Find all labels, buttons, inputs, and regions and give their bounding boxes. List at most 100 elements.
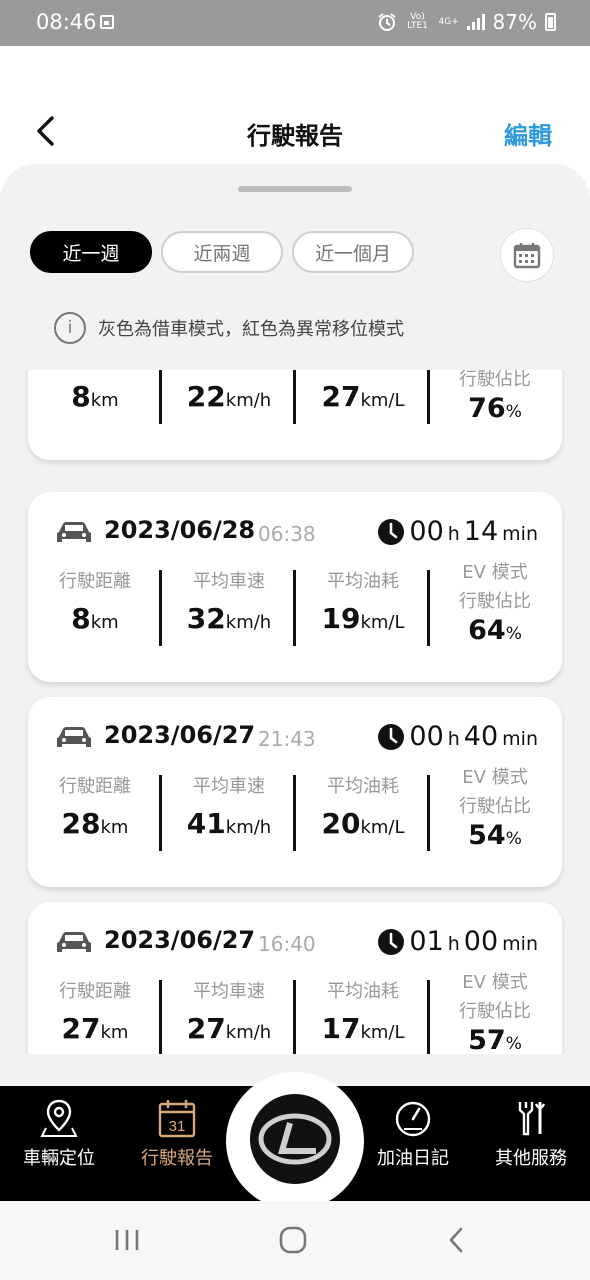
calendar-icon — [513, 243, 541, 269]
fuel-stat: 平均油耗 20km/L — [296, 773, 430, 840]
status-indicators: Vo) LTE1 4G+ 87% — [377, 10, 556, 34]
battery-icon — [545, 13, 556, 31]
speed-stat: 平均車速 32km/h — [162, 568, 296, 635]
distance-unit: km — [90, 612, 119, 633]
speed-value: 27 — [186, 1012, 226, 1045]
sheet-drag-handle[interactable] — [238, 186, 352, 192]
car-icon — [57, 727, 91, 747]
trip-list[interactable]: 行駛距離 8km 平均車速 22km/h 平均油耗 27km/L EV 模式 行… — [0, 370, 590, 1054]
duration-hours: 00 — [409, 516, 444, 547]
fuel-value: 17 — [321, 1012, 361, 1045]
trip-stats: 行駛距離 27km 平均車速 27km/h 平均油耗 17km/L EV 模式 … — [28, 972, 562, 1054]
trip-start-time: 16:40 — [258, 932, 316, 956]
speed-stat: 平均車速 27km/h — [162, 978, 296, 1045]
trip-date: 2023/06/27 — [104, 721, 256, 749]
filter-one-week[interactable]: 近一週 — [30, 231, 152, 273]
trip-start-time: 21:43 — [258, 727, 316, 751]
fuel-label: 平均油耗 — [327, 776, 399, 797]
distance-value: 27 — [61, 1012, 101, 1045]
fuel-stat: 平均油耗 27km/L — [296, 370, 430, 413]
speed-stat: 平均車速 41km/h — [162, 773, 296, 840]
trip-header: 2023/06/27 16:40 01 h 00 min — [56, 926, 538, 960]
minutes-unit: min — [502, 523, 538, 545]
brand-logo-button[interactable] — [250, 1094, 340, 1184]
calendar-button[interactable] — [500, 228, 554, 282]
fuel-unit: km/L — [360, 1022, 405, 1043]
trip-header: 2023/06/28 06:38 00 h 14 min — [56, 516, 538, 550]
fuel-value: 27 — [321, 380, 361, 413]
trip-card[interactable]: 2023/06/27 21:43 00 h 40 min 行駛距離 28km 平… — [28, 697, 562, 887]
ev-unit: % — [505, 624, 522, 644]
car-icon — [57, 932, 91, 952]
ev-unit: % — [505, 1034, 522, 1054]
filter-two-weeks[interactable]: 近兩週 — [161, 231, 283, 273]
clock-icon — [378, 928, 405, 955]
duration-minutes: 40 — [463, 721, 499, 752]
minutes-unit: min — [502, 933, 538, 955]
home-icon[interactable] — [276, 1225, 310, 1255]
distance-stat: 行駛距離 8km — [28, 568, 162, 635]
ev-unit: % — [505, 829, 522, 849]
status-time: 08:46 — [36, 10, 97, 34]
trip-start-time: 06:38 — [258, 522, 316, 546]
edit-button[interactable]: 編輯 — [504, 116, 552, 151]
nav-other-services[interactable]: 其他服務 — [472, 1086, 590, 1201]
trip-date: 2023/06/27 — [104, 926, 256, 954]
trip-stats: 行駛距離 8km 平均車速 32km/h 平均油耗 19km/L EV 模式 行… — [28, 562, 562, 654]
fuel-label: 平均油耗 — [327, 981, 399, 1002]
speed-value: 22 — [186, 380, 226, 413]
network-indicator: 4G+ — [438, 16, 459, 27]
car-icon — [57, 522, 91, 542]
battery-percent: 87% — [492, 10, 537, 34]
nav-vehicle-location[interactable]: 車輛定位 — [0, 1086, 118, 1201]
speed-label: 平均車速 — [162, 370, 296, 374]
fuel-unit: km/L — [360, 612, 405, 633]
hours-unit: h — [447, 523, 460, 545]
speed-label: 平均車速 — [193, 981, 265, 1002]
hours-unit: h — [447, 728, 460, 750]
speed-stat: 平均車速 22km/h — [162, 370, 296, 413]
speed-value: 41 — [186, 807, 226, 840]
report-sheet: 近一週 近兩週 近一個月 i 灰色為借車模式，紅色為異常移位模式 行駛距離 8k… — [0, 164, 590, 1086]
distance-value: 8 — [71, 602, 91, 635]
nav-trip-report[interactable]: 31 行駛報告 — [118, 1086, 236, 1201]
trip-card[interactable]: 行駛距離 8km 平均車速 22km/h 平均油耗 27km/L EV 模式 行… — [28, 370, 562, 460]
nav-label: 行駛報告 — [141, 1148, 213, 1169]
tools-icon — [518, 1102, 546, 1136]
nav-label: 其他服務 — [495, 1148, 567, 1169]
calendar-notification-icon — [100, 15, 114, 29]
duration-minutes: 14 — [463, 516, 499, 547]
map-pin-icon — [40, 1099, 78, 1137]
ev-stat: EV 模式 行駛佔比 54% — [428, 763, 562, 854]
gauge-icon — [395, 1101, 431, 1137]
status-bar: 08:46 Vo) LTE1 4G+ 87% — [0, 0, 590, 46]
ev-stat: EV 模式 行駛佔比 76% — [428, 370, 562, 427]
back-nav-icon[interactable] — [440, 1225, 474, 1255]
ev-value: 76 — [468, 393, 506, 424]
distance-value: 28 — [61, 807, 101, 840]
trip-card[interactable]: 2023/06/27 16:40 01 h 00 min 行駛距離 27km 平… — [28, 902, 562, 1054]
trip-card[interactable]: 2023/06/28 06:38 00 h 14 min 行駛距離 8km 平均… — [28, 492, 562, 682]
speed-value: 32 — [186, 602, 226, 635]
nav-fuel-diary[interactable]: 加油日記 — [354, 1086, 472, 1201]
speed-unit: km/h — [225, 390, 272, 411]
distance-unit: km — [100, 817, 129, 838]
alarm-icon — [377, 13, 396, 31]
fuel-stat: 平均油耗 17km/L — [296, 978, 430, 1045]
distance-stat: 行駛距離 28km — [28, 773, 162, 840]
ev-label-line1: EV 模式 — [462, 972, 528, 993]
distance-stat: 行駛距離 8km — [28, 370, 162, 413]
trip-duration: 01 h 00 min — [377, 926, 538, 957]
notice-text: 灰色為借車模式，紅色為異常移位模式 — [98, 319, 404, 340]
ev-label-line2: 行駛佔比 — [459, 796, 531, 817]
nav-label: 車輛定位 — [23, 1148, 95, 1169]
filter-one-month[interactable]: 近一個月 — [292, 231, 414, 273]
fuel-label: 平均油耗 — [327, 571, 399, 592]
hours-unit: h — [447, 933, 460, 955]
legend-notice: i 灰色為借車模式，紅色為異常移位模式 — [54, 312, 404, 344]
ev-label-line2: 行駛佔比 — [459, 1001, 531, 1022]
speed-unit: km/h — [225, 1022, 272, 1043]
bottom-nav: 車輛定位 31 行駛報告 加油日記 其他服務 — [0, 1072, 590, 1210]
calendar-icon: 31 — [158, 1100, 196, 1138]
recent-apps-icon[interactable] — [110, 1225, 144, 1255]
